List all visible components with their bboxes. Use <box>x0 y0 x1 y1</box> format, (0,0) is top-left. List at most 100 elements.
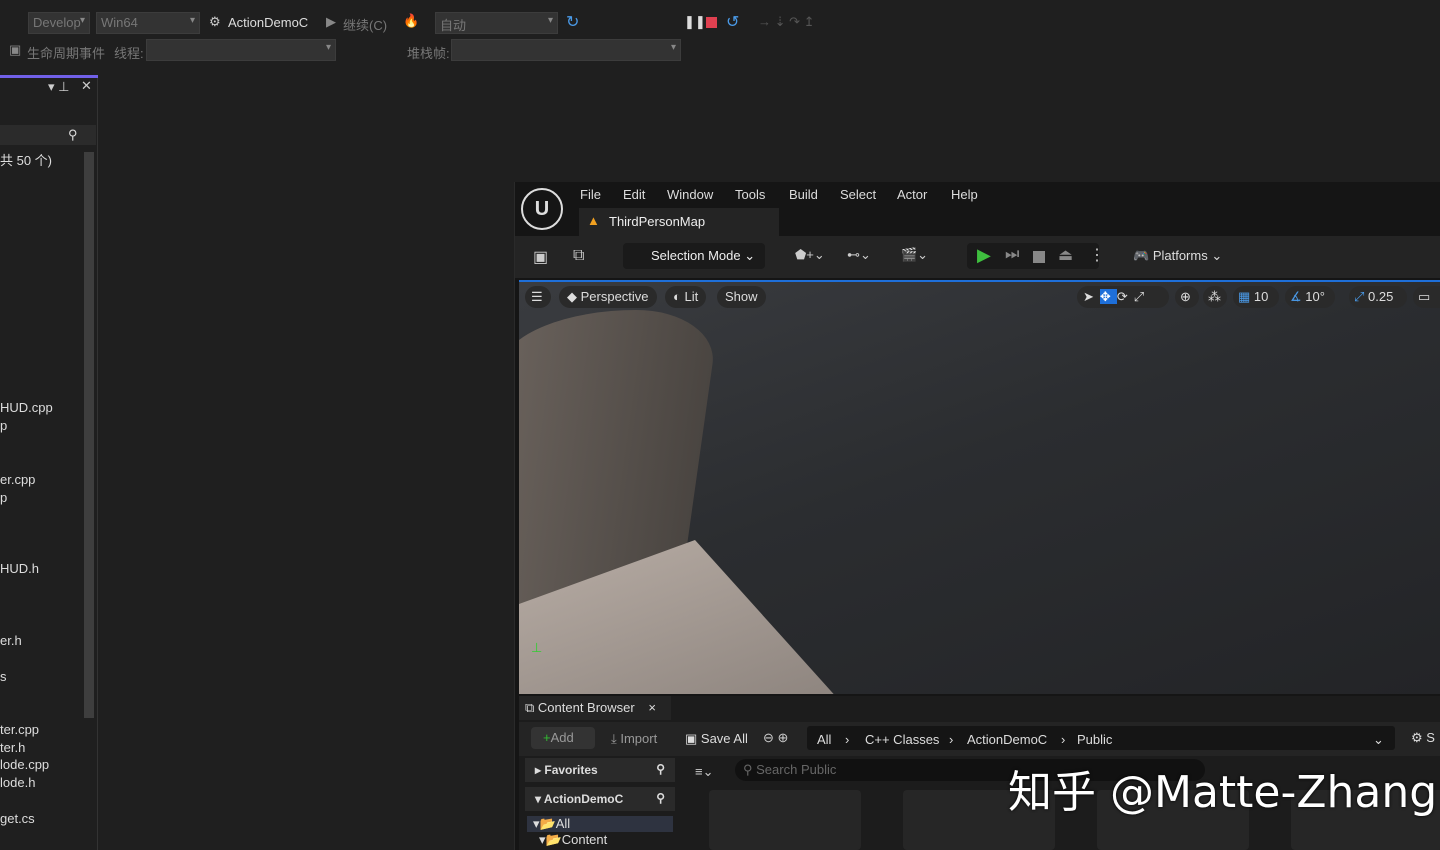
save-icon[interactable]: ▣ <box>533 247 548 267</box>
lifecycle-events[interactable]: 生命周期事件 <box>27 43 105 62</box>
thread-label: 线程: <box>114 43 144 62</box>
file-item[interactable]: er.h <box>0 633 22 648</box>
restart-icon[interactable]: ↺ <box>726 12 739 32</box>
map-tab-label: ThirdPersonMap <box>609 214 705 229</box>
main-toolbar: ▣ ⧉ Selection Mode ⌄ ⬟+⌄ ⊷⌄ 🎬⌄ ▶ ⏭ ⏏ ⋮ 🎮… <box>515 236 1440 278</box>
file-item[interactable]: p <box>0 418 7 433</box>
add-button[interactable]: +Add <box>531 727 595 749</box>
rotation-snap[interactable]: ∡ 10° <box>1285 286 1335 308</box>
menu-edit[interactable]: Edit <box>623 187 645 202</box>
file-item[interactable]: lode.h <box>0 775 35 790</box>
stop-icon[interactable] <box>706 17 717 28</box>
search-icon[interactable]: ⚲ <box>656 791 665 805</box>
file-item[interactable]: ter.cpp <box>0 722 39 737</box>
save-all-label: Save All <box>701 731 748 746</box>
close-icon[interactable]: ✕ <box>81 78 92 94</box>
nav-back-forward-icons[interactable]: ⊖ ⊕ <box>763 730 788 746</box>
cinematics-icon[interactable]: 🎬⌄ <box>901 247 928 263</box>
perspective-button[interactable]: ◆ Perspective <box>559 286 657 308</box>
add-actor-icon[interactable]: ⬟+⌄ <box>795 247 825 263</box>
project-section[interactable]: ▾ ActionDemoC⚲ <box>525 787 675 811</box>
more-icon[interactable]: ⋮ <box>1089 245 1105 265</box>
refresh-icon[interactable]: ↻ <box>566 12 579 32</box>
scrollbar[interactable] <box>84 152 94 718</box>
search-input[interactable]: ⚲ <box>0 125 96 145</box>
search-icon[interactable]: ⚲ <box>656 762 665 776</box>
gear-icon: ⚙ <box>209 14 221 30</box>
show-label: Show <box>725 289 758 304</box>
file-item[interactable]: s <box>0 669 7 684</box>
file-item[interactable]: ter.h <box>0 740 25 755</box>
chevron-down-icon[interactable]: ⌄ <box>1373 732 1384 748</box>
blueprint-icon[interactable]: ⊷⌄ <box>847 247 871 263</box>
config-dropdown[interactable]: Develop <box>28 12 90 34</box>
step-icons[interactable]: → ⇣ ↷ ↥ <box>758 14 815 30</box>
play-icon[interactable]: ▶ <box>977 245 991 266</box>
file-item[interactable]: p <box>0 490 7 505</box>
file-item[interactable]: HUD.cpp <box>0 400 53 415</box>
play-icon[interactable]: ▶ <box>326 14 336 30</box>
crumb-project[interactable]: ActionDemoC <box>967 732 1047 747</box>
crumb-all[interactable]: All <box>817 732 831 747</box>
menu-window[interactable]: Window <box>667 187 713 202</box>
transform-tools[interactable]: ➤✥⟳⤢ <box>1077 286 1169 308</box>
menu-select[interactable]: Select <box>840 187 876 202</box>
menu-actor[interactable]: Actor <box>897 187 927 202</box>
settings-label: S <box>1426 730 1435 745</box>
import-button[interactable]: ⤓ Import <box>611 731 657 747</box>
hot-reload-icon[interactable]: 🔥 <box>403 13 419 29</box>
viewport-menu-icon[interactable]: ☰ <box>525 286 551 308</box>
unreal-editor: U File Edit Window Tools Build Select Ac… <box>514 182 1440 850</box>
tree-item-content[interactable]: ▾📂Content <box>539 832 607 848</box>
asset-tile[interactable] <box>709 790 861 850</box>
stop-icon[interactable] <box>1033 251 1045 263</box>
file-item[interactable]: get.cs <box>0 811 35 826</box>
menu-build[interactable]: Build <box>789 187 818 202</box>
world-local-icon[interactable]: ⊕ <box>1175 286 1199 308</box>
platform-dropdown[interactable]: Win64 <box>96 12 200 34</box>
browse-icon[interactable]: ⧉ <box>573 247 584 265</box>
platforms-button[interactable]: 🎮 Platforms ⌄ <box>1133 248 1222 264</box>
chevron-right-icon: › <box>1061 732 1065 747</box>
selection-mode-button[interactable]: Selection Mode ⌄ <box>623 243 765 269</box>
grid-snap[interactable]: ▦ 10 <box>1233 286 1279 308</box>
file-item[interactable]: er.cpp <box>0 472 35 487</box>
import-label: Import <box>620 731 657 746</box>
crumb-cpp[interactable]: C++ Classes <box>865 732 939 747</box>
chevron-right-icon: › <box>949 732 953 747</box>
lit-button[interactable]: ◐ Lit <box>665 286 706 308</box>
search-icon: ⚲ <box>68 127 78 143</box>
content-browser-tab[interactable]: ⧉ Content Browser × <box>519 696 671 720</box>
file-item[interactable]: HUD.h <box>0 561 39 576</box>
stackframe-dropdown[interactable] <box>451 39 681 61</box>
surface-snap-icon[interactable]: ⁂ <box>1203 286 1227 308</box>
thread-dropdown[interactable] <box>146 39 336 61</box>
file-item[interactable]: lode.cpp <box>0 757 49 772</box>
favorites-section[interactable]: ▸ Favorites⚲ <box>525 758 675 782</box>
pause-icon[interactable]: ❚❚ <box>684 14 706 30</box>
rotation-snap-value: 10° <box>1305 289 1325 304</box>
scale-snap[interactable]: ⤢ 0.25 <box>1349 286 1407 308</box>
crumb-public[interactable]: Public <box>1077 732 1112 747</box>
save-all-button[interactable]: ▣ Save All <box>685 731 748 747</box>
level-viewport[interactable]: ☰ ◆ Perspective ◐ Lit Show ➤✥⟳⤢ ⊕ ⁂ ▦ 10… <box>519 280 1440 694</box>
perspective-label: Perspective <box>581 289 649 304</box>
project-label: ActionDemoC <box>544 792 623 806</box>
settings-button[interactable]: ⚙ S <box>1411 730 1435 746</box>
menu-help[interactable]: Help <box>951 187 978 202</box>
auto-dropdown[interactable]: 自动 <box>435 12 558 34</box>
continue-button[interactable]: 继续(C) <box>343 15 387 34</box>
startup-project[interactable]: ActionDemoC <box>228 15 308 30</box>
close-icon[interactable]: × <box>648 700 656 715</box>
tree-item-all[interactable]: ▾📂All <box>527 816 673 832</box>
menu-file[interactable]: File <box>580 187 601 202</box>
filter-icon[interactable]: ≡⌄ <box>695 764 713 780</box>
show-button[interactable]: Show <box>717 286 766 308</box>
eject-icon[interactable]: ⏏ <box>1058 245 1073 265</box>
menu-tools[interactable]: Tools <box>735 187 765 202</box>
vs-toolbar: Develop Win64 ⚙ ActionDemoC ▶ 继续(C) 🔥 自动… <box>0 0 1440 68</box>
advance-frame-icon[interactable]: ⏭ <box>1005 246 1019 264</box>
map-tab[interactable]: ▲ThirdPersonMap <box>579 208 779 236</box>
camera-speed-icon[interactable]: ▭ <box>1413 286 1440 308</box>
pin-icon[interactable]: ▾ ⊥ <box>48 79 69 95</box>
